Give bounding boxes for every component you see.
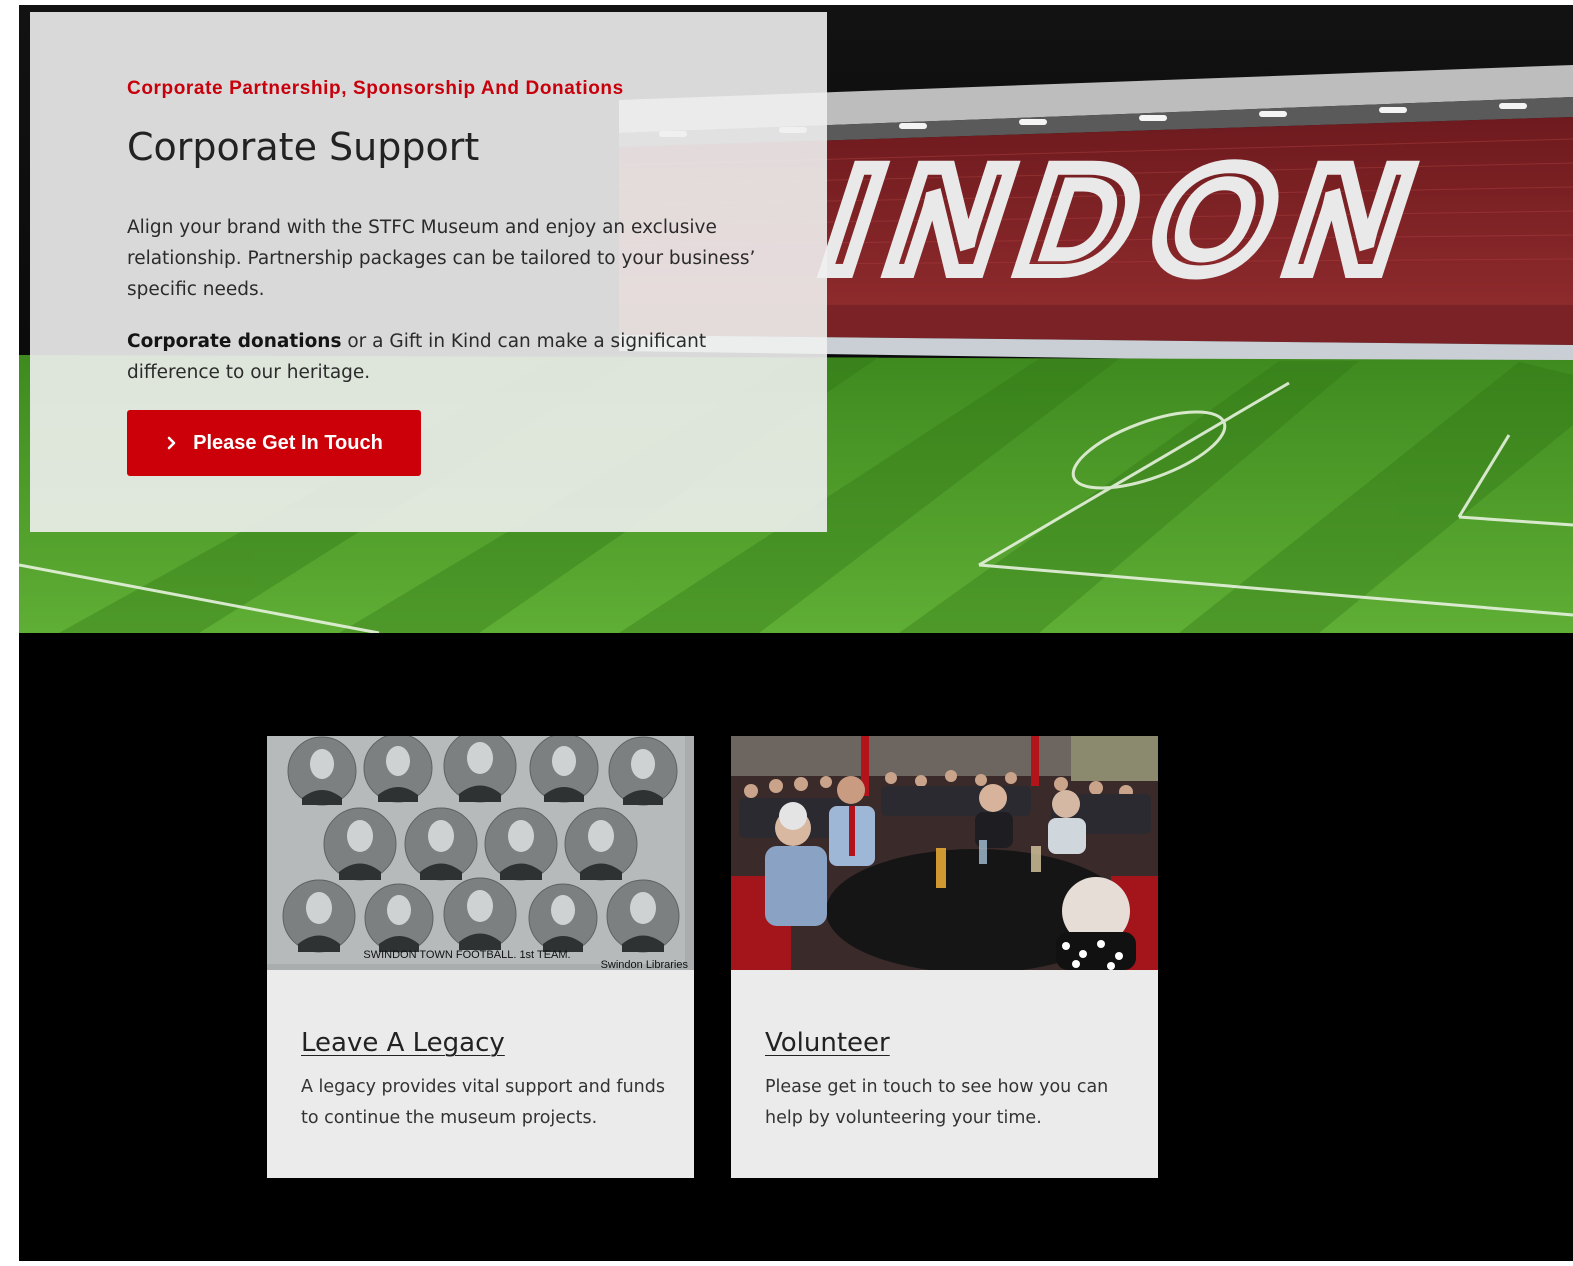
get-in-touch-label: Please Get In Touch	[193, 431, 383, 454]
hero-donations-text: Corporate donations or a Gift in Kind ca…	[127, 326, 747, 388]
hero-eyebrow: Corporate Partnership, Sponsorship And D…	[127, 78, 624, 99]
card-text-volunteer: Please get in touch to see how you can h…	[765, 1077, 1109, 1128]
card-leave-a-legacy[interactable]: SWINDON TOWN FOOTBALL. 1st TEAM. Swindon…	[267, 736, 694, 1178]
support-options-section: SWINDON TOWN FOOTBALL. 1st TEAM. Swindon…	[19, 633, 1573, 1261]
volunteer-event-photo	[731, 736, 1158, 970]
card-title-volunteer[interactable]: Volunteer	[765, 1028, 890, 1058]
donations-emphasis: Corporate donations	[127, 331, 342, 352]
card-volunteer[interactable]: Volunteer Please get in touch to see how…	[731, 736, 1158, 1178]
get-in-touch-button[interactable]: Please Get In Touch	[127, 410, 421, 476]
hero-section: INDON Corporate Partnership, Sponsorship…	[19, 5, 1573, 633]
stand-lettering: INDON	[805, 136, 1453, 304]
image-credit: Swindon Libraries	[601, 959, 689, 970]
card-title-leave-a-legacy[interactable]: Leave A Legacy	[301, 1028, 505, 1058]
card-text-leave-a-legacy: A legacy provides vital support and fund…	[301, 1077, 665, 1128]
chevron-right-icon	[167, 436, 176, 450]
team-portrait-image: SWINDON TOWN FOOTBALL. 1st TEAM. Swindon…	[267, 736, 694, 970]
page-title: Corporate Support	[127, 125, 480, 169]
volunteer-event-image	[731, 736, 1158, 970]
team-portrait-photo: SWINDON TOWN FOOTBALL. 1st TEAM. Swindon…	[267, 736, 694, 970]
hero-content-panel: Corporate Partnership, Sponsorship And D…	[30, 12, 827, 532]
team-caption: SWINDON TOWN FOOTBALL. 1st TEAM.	[363, 949, 570, 961]
page: INDON Corporate Partnership, Sponsorship…	[0, 0, 1573, 1266]
hero-intro-text: Align your brand with the STFC Museum an…	[127, 217, 756, 300]
